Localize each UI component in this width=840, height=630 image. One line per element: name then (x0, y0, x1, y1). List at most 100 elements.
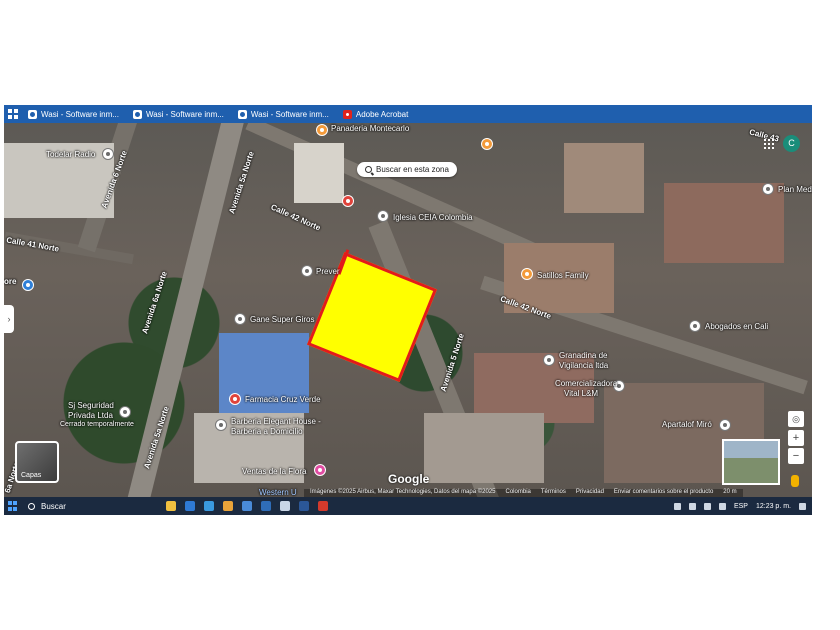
browser-tab-strip: Wasi - Software inm... Wasi - Software i… (4, 105, 812, 123)
expand-side-panel-icon[interactable]: › (4, 305, 14, 333)
zoom-in-button[interactable]: + (788, 430, 804, 446)
building (424, 413, 544, 483)
tab-wasi-2[interactable]: Wasi - Software inm... (129, 105, 228, 123)
wasi-icon (132, 109, 142, 119)
layers-label: Capas (21, 472, 42, 479)
acrobat-icon[interactable] (318, 501, 328, 511)
privacy-link[interactable]: Privacidad (576, 489, 604, 497)
layers-toggle[interactable]: Capas (15, 441, 59, 483)
taskbar-search-label: Buscar (41, 501, 66, 511)
restaurant-pin-icon[interactable] (316, 124, 328, 136)
place-label: Satillos Family (537, 271, 589, 280)
place-label: Barberia a Domicilio (231, 427, 303, 436)
imagery-credit: Imágenes ©2025 Airbus, Maxar Technologie… (310, 489, 496, 495)
feedback-link[interactable]: Enviar comentarios sobre el producto (614, 489, 713, 497)
place-label: Comercializadora (555, 379, 618, 388)
zoom-out-button[interactable]: − (788, 448, 804, 464)
system-tray: ESP 12:23 p. m. (673, 497, 806, 515)
place-label: Vigilancia ltda (559, 361, 609, 370)
screenshot: Wasi - Software inm... Wasi - Software i… (4, 105, 812, 515)
compass-icon[interactable]: ◎ (788, 411, 804, 427)
shop-pin-icon[interactable] (314, 464, 326, 476)
tab-label: Wasi - Software inm... (250, 109, 329, 119)
search-icon (28, 502, 35, 510)
place-pin-icon[interactable] (215, 419, 227, 431)
scale-bar: 20 m (723, 489, 737, 495)
edge-icon[interactable] (185, 501, 195, 511)
file-explorer-icon[interactable] (166, 501, 176, 511)
place-label: Barberia Elegant House - (231, 417, 321, 426)
language-indicator[interactable]: ESP (734, 503, 748, 510)
place-label: Granadina de (559, 351, 608, 360)
search-this-area-button[interactable]: Buscar en esta zona (357, 162, 457, 177)
app-icon[interactable] (280, 501, 290, 511)
wasi-icon (237, 109, 247, 119)
acrobat-icon (342, 109, 352, 119)
road-label: Avenida 6a Norte (140, 270, 169, 335)
place-pin-icon[interactable] (762, 183, 774, 195)
place-pin-icon[interactable] (102, 148, 114, 160)
search-this-area-label: Buscar en esta zona (376, 165, 449, 174)
google-apps-icon[interactable] (764, 139, 774, 149)
account-avatar[interactable]: C (783, 135, 800, 152)
clock[interactable]: 12:23 p. m. (756, 503, 791, 510)
place-pin-icon[interactable] (119, 406, 131, 418)
road-calle-41 (4, 231, 134, 265)
restaurant-pin-icon[interactable] (481, 138, 493, 150)
network-icon[interactable] (703, 502, 711, 510)
app-grid-icon[interactable] (8, 109, 18, 119)
place-pin-icon[interactable] (719, 419, 731, 431)
place-label: Cerrado temporalmente (60, 421, 134, 428)
country-link[interactable]: Colombia (506, 489, 531, 497)
tray-icon[interactable] (688, 502, 696, 510)
transit-pin-icon[interactable] (22, 279, 34, 291)
road-label: Calle 42 Norte (269, 202, 322, 233)
tab-label: Adobe Acrobat (355, 109, 409, 119)
wasi-icon (28, 109, 37, 119)
building (664, 183, 784, 263)
place-label: Abogados en Cali (705, 322, 769, 331)
place-pin-icon[interactable] (689, 320, 701, 332)
taskbar-search[interactable]: Buscar (28, 502, 128, 511)
terms-link[interactable]: Términos (541, 489, 566, 497)
place-label: Iglesia CEIA Colombia (393, 213, 473, 222)
google-logo: Google (388, 472, 430, 486)
pharmacy-pin-icon[interactable] (229, 393, 241, 405)
street-view-thumbnail[interactable] (722, 439, 780, 485)
notification-icon[interactable] (799, 502, 806, 510)
tab-label: Wasi - Software inm... (145, 109, 224, 119)
restaurant-pin-icon[interactable] (521, 268, 533, 280)
satellite-map[interactable]: Avenida 6 Norte Avenida 5a Norte Avenida… (4, 123, 812, 497)
place-pin-icon[interactable] (301, 265, 313, 277)
poi-pin-icon[interactable] (342, 195, 354, 207)
search-icon (365, 166, 372, 173)
outlook-icon[interactable] (204, 501, 214, 511)
map-attribution: Imágenes ©2025 Airbus, Maxar Technologie… (304, 489, 743, 497)
place-label: Ventas de la Flora (242, 467, 307, 476)
pinned-apps (166, 501, 328, 511)
place-label: Sj Seguridad (68, 401, 114, 410)
place-label: Panaderia Montecarlo (331, 124, 410, 133)
building (564, 143, 644, 213)
place-label: Prever (316, 267, 340, 276)
place-label: Vital L&M (564, 389, 599, 398)
tab-label: Wasi - Software inm... (41, 109, 119, 119)
place-pin-icon[interactable] (234, 313, 246, 325)
volume-icon[interactable] (718, 502, 726, 510)
pegman-icon[interactable] (791, 475, 799, 487)
app-icon[interactable] (261, 501, 271, 511)
windows-start-icon[interactable] (8, 501, 18, 511)
chrome-icon[interactable] (223, 501, 233, 511)
tab-adobe-acrobat[interactable]: Adobe Acrobat (339, 105, 412, 123)
place-label: Apartalof Miró (662, 420, 712, 429)
church-pin-icon[interactable] (377, 210, 389, 222)
place-label: Gane Super Giros (250, 315, 315, 324)
app-icon[interactable] (242, 501, 252, 511)
word-icon[interactable] (299, 501, 309, 511)
tab-wasi-3[interactable]: Wasi - Software inm... (234, 105, 333, 123)
tab-wasi-1[interactable]: Wasi - Software inm... (24, 105, 123, 123)
place-pin-icon[interactable] (543, 354, 555, 366)
place-label: Farmacia Cruz Verde (245, 395, 321, 404)
place-label: Western U (259, 488, 297, 497)
bluetooth-icon[interactable] (673, 502, 681, 510)
